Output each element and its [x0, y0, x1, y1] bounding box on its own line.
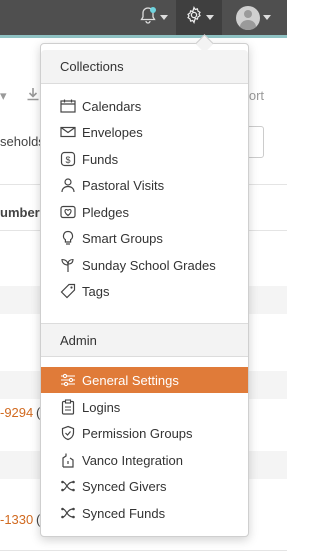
collections-section-header: Collections [41, 50, 248, 84]
menu-item-logins[interactable]: Logins [41, 394, 248, 420]
menu-item-label: Smart Groups [82, 230, 163, 246]
settings-dropdown-menu: Collections Calendars Envelopes $ Funds … [40, 43, 249, 537]
menu-item-label: Calendars [82, 98, 142, 114]
menu-item-sunday-school-grades[interactable]: Sunday School Grades [41, 252, 248, 278]
notifications-button[interactable] [136, 0, 170, 35]
menu-item-pledges[interactable]: Pledges [41, 199, 248, 225]
tag-icon [59, 282, 77, 300]
clipboard-icon [59, 398, 77, 416]
menu-item-label: Funds [82, 151, 119, 167]
menu-item-label: Synced Funds [82, 505, 166, 521]
menu-item-label: General Settings [82, 372, 179, 388]
menu-item-envelopes[interactable]: Envelopes [41, 119, 248, 145]
sync-icon [59, 504, 77, 522]
menu-item-label: Tags [82, 283, 110, 299]
user-avatar-icon [235, 5, 260, 30]
sprout-icon [59, 256, 77, 274]
settings-button[interactable] [176, 0, 222, 35]
chevron-down-icon [262, 15, 271, 20]
envelope-icon [59, 123, 77, 141]
menu-item-label: Sunday School Grades [82, 257, 216, 273]
menu-item-funds[interactable]: $ Funds [41, 146, 248, 172]
sliders-icon [59, 371, 77, 389]
menu-item-label: Pastoral Visits [82, 177, 165, 193]
menu-item-pastoral-visits[interactable]: Pastoral Visits [41, 172, 248, 198]
lightbulb-icon [59, 229, 77, 247]
bell-icon [139, 6, 157, 29]
pledges-icon [59, 203, 77, 221]
chevron-down-icon [159, 15, 168, 20]
calendar-icon [59, 97, 77, 115]
user-menu-button[interactable] [230, 0, 276, 35]
shield-icon [59, 424, 77, 442]
menu-item-label: Synced Givers [82, 478, 167, 494]
divider [0, 550, 287, 551]
menu-item-label: Pledges [82, 204, 129, 220]
menu-item-calendars[interactable]: Calendars [41, 93, 248, 119]
top-navigation-bar [0, 0, 287, 38]
menu-item-vanco-integration[interactable]: Vanco Integration [41, 447, 248, 473]
pastoral-visits-icon [59, 176, 77, 194]
phone-link[interactable]: -1330 [0, 512, 33, 527]
menu-item-permission-groups[interactable]: Permission Groups [41, 420, 248, 446]
gear-icon [185, 6, 203, 29]
sync-icon [59, 477, 77, 495]
menu-item-general-settings[interactable]: General Settings [41, 367, 248, 393]
menu-item-tags[interactable]: Tags [41, 278, 248, 304]
admin-section-header: Admin [41, 323, 248, 357]
menu-item-label: Envelopes [82, 124, 143, 140]
households-label: seholds [0, 134, 45, 149]
menu-item-synced-givers[interactable]: Synced Givers [41, 473, 248, 499]
svg-text:$: $ [65, 155, 70, 165]
menu-item-synced-funds[interactable]: Synced Funds [41, 500, 248, 526]
menu-item-label: Permission Groups [82, 425, 193, 441]
vanco-icon [59, 451, 77, 469]
menu-item-label: Vanco Integration [82, 452, 183, 468]
menu-item-smart-groups[interactable]: Smart Groups [41, 225, 248, 251]
funds-icon: $ [59, 150, 77, 168]
phone-link[interactable]: -9294 [0, 405, 33, 420]
toolbar-caret-fragment: ▾ [0, 88, 7, 103]
chevron-down-icon [205, 15, 214, 20]
download-icon[interactable] [26, 87, 40, 106]
menu-item-label: Logins [82, 399, 121, 415]
